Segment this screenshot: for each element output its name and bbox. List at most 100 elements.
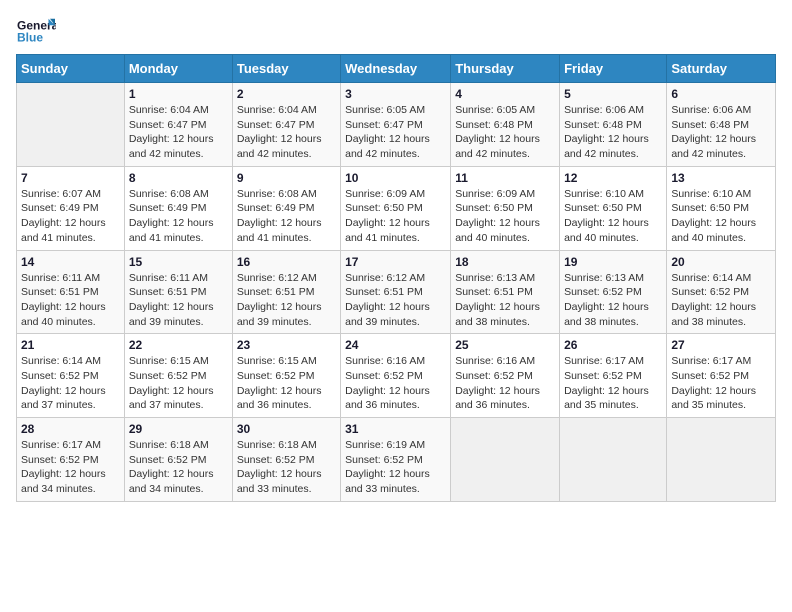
day-number: 20 (671, 255, 771, 269)
day-info: Sunrise: 6:14 AM Sunset: 6:52 PM Dayligh… (671, 271, 771, 330)
day-cell: 20 Sunrise: 6:14 AM Sunset: 6:52 PM Dayli… (667, 250, 776, 334)
day-cell: 2 Sunrise: 6:04 AM Sunset: 6:47 PM Daylig… (232, 83, 340, 167)
day-cell: 4 Sunrise: 6:05 AM Sunset: 6:48 PM Daylig… (451, 83, 560, 167)
week-row-1: 1 Sunrise: 6:04 AM Sunset: 6:47 PM Daylig… (17, 83, 776, 167)
day-number: 10 (345, 171, 446, 185)
day-info: Sunrise: 6:09 AM Sunset: 6:50 PM Dayligh… (455, 187, 555, 246)
day-number: 28 (21, 422, 120, 436)
day-number: 13 (671, 171, 771, 185)
logo: General Blue (16, 16, 56, 44)
day-cell: 3 Sunrise: 6:05 AM Sunset: 6:47 PM Daylig… (341, 83, 451, 167)
day-number: 23 (237, 338, 336, 352)
day-number: 15 (129, 255, 228, 269)
calendar-header: SundayMondayTuesdayWednesdayThursdayFrid… (17, 55, 776, 83)
day-number: 19 (564, 255, 662, 269)
day-number: 25 (455, 338, 555, 352)
column-header-tuesday: Tuesday (232, 55, 340, 83)
day-info: Sunrise: 6:05 AM Sunset: 6:48 PM Dayligh… (455, 103, 555, 162)
day-cell: 26 Sunrise: 6:17 AM Sunset: 6:52 PM Dayli… (560, 334, 667, 418)
day-number: 14 (21, 255, 120, 269)
day-info: Sunrise: 6:12 AM Sunset: 6:51 PM Dayligh… (345, 271, 446, 330)
day-cell: 24 Sunrise: 6:16 AM Sunset: 6:52 PM Dayli… (341, 334, 451, 418)
day-cell: 28 Sunrise: 6:17 AM Sunset: 6:52 PM Dayli… (17, 418, 125, 502)
day-cell (667, 418, 776, 502)
column-header-friday: Friday (560, 55, 667, 83)
day-number: 30 (237, 422, 336, 436)
day-number: 31 (345, 422, 446, 436)
day-cell: 10 Sunrise: 6:09 AM Sunset: 6:50 PM Dayli… (341, 166, 451, 250)
day-info: Sunrise: 6:16 AM Sunset: 6:52 PM Dayligh… (455, 354, 555, 413)
day-number: 3 (345, 87, 446, 101)
day-info: Sunrise: 6:18 AM Sunset: 6:52 PM Dayligh… (129, 438, 228, 497)
day-number: 2 (237, 87, 336, 101)
day-info: Sunrise: 6:07 AM Sunset: 6:49 PM Dayligh… (21, 187, 120, 246)
day-info: Sunrise: 6:04 AM Sunset: 6:47 PM Dayligh… (237, 103, 336, 162)
day-number: 18 (455, 255, 555, 269)
day-cell: 22 Sunrise: 6:15 AM Sunset: 6:52 PM Dayli… (124, 334, 232, 418)
day-info: Sunrise: 6:11 AM Sunset: 6:51 PM Dayligh… (129, 271, 228, 330)
day-number: 21 (21, 338, 120, 352)
day-info: Sunrise: 6:15 AM Sunset: 6:52 PM Dayligh… (129, 354, 228, 413)
day-info: Sunrise: 6:11 AM Sunset: 6:51 PM Dayligh… (21, 271, 120, 330)
day-info: Sunrise: 6:18 AM Sunset: 6:52 PM Dayligh… (237, 438, 336, 497)
svg-text:Blue: Blue (17, 30, 43, 44)
day-cell: 31Sunrise: 6:19 AM Sunset: 6:52 PM Dayli… (341, 418, 451, 502)
day-cell: 9 Sunrise: 6:08 AM Sunset: 6:49 PM Daylig… (232, 166, 340, 250)
day-number: 26 (564, 338, 662, 352)
day-cell: 29 Sunrise: 6:18 AM Sunset: 6:52 PM Dayli… (124, 418, 232, 502)
day-info: Sunrise: 6:12 AM Sunset: 6:51 PM Dayligh… (237, 271, 336, 330)
week-row-3: 14 Sunrise: 6:11 AM Sunset: 6:51 PM Dayli… (17, 250, 776, 334)
day-cell: 17Sunrise: 6:12 AM Sunset: 6:51 PM Dayli… (341, 250, 451, 334)
day-cell: 5Sunrise: 6:06 AM Sunset: 6:48 PM Daylig… (560, 83, 667, 167)
day-info: Sunrise: 6:08 AM Sunset: 6:49 PM Dayligh… (237, 187, 336, 246)
day-info: Sunrise: 6:04 AM Sunset: 6:47 PM Dayligh… (129, 103, 228, 162)
day-cell: 1 Sunrise: 6:04 AM Sunset: 6:47 PM Daylig… (124, 83, 232, 167)
logo-icon: General Blue (16, 16, 56, 44)
day-number: 6 (671, 87, 771, 101)
day-number: 4 (455, 87, 555, 101)
day-cell: 30 Sunrise: 6:18 AM Sunset: 6:52 PM Dayli… (232, 418, 340, 502)
day-cell: 18Sunrise: 6:13 AM Sunset: 6:51 PM Dayli… (451, 250, 560, 334)
day-number: 9 (237, 171, 336, 185)
day-number: 24 (345, 338, 446, 352)
day-info: Sunrise: 6:06 AM Sunset: 6:48 PM Dayligh… (671, 103, 771, 162)
week-row-2: 7 Sunrise: 6:07 AM Sunset: 6:49 PM Daylig… (17, 166, 776, 250)
column-header-thursday: Thursday (451, 55, 560, 83)
week-row-5: 28 Sunrise: 6:17 AM Sunset: 6:52 PM Dayli… (17, 418, 776, 502)
day-info: Sunrise: 6:15 AM Sunset: 6:52 PM Dayligh… (237, 354, 336, 413)
day-number: 12 (564, 171, 662, 185)
day-info: Sunrise: 6:06 AM Sunset: 6:48 PM Dayligh… (564, 103, 662, 162)
day-info: Sunrise: 6:13 AM Sunset: 6:52 PM Dayligh… (564, 271, 662, 330)
day-cell: 16 Sunrise: 6:12 AM Sunset: 6:51 PM Dayli… (232, 250, 340, 334)
week-row-4: 21Sunrise: 6:14 AM Sunset: 6:52 PM Dayli… (17, 334, 776, 418)
day-info: Sunrise: 6:05 AM Sunset: 6:47 PM Dayligh… (345, 103, 446, 162)
day-number: 22 (129, 338, 228, 352)
day-number: 16 (237, 255, 336, 269)
day-cell: 23 Sunrise: 6:15 AM Sunset: 6:52 PM Dayli… (232, 334, 340, 418)
day-number: 7 (21, 171, 120, 185)
day-cell: 11 Sunrise: 6:09 AM Sunset: 6:50 PM Dayli… (451, 166, 560, 250)
column-header-saturday: Saturday (667, 55, 776, 83)
day-cell: 12 Sunrise: 6:10 AM Sunset: 6:50 PM Dayli… (560, 166, 667, 250)
calendar-body: 1 Sunrise: 6:04 AM Sunset: 6:47 PM Daylig… (17, 83, 776, 502)
column-header-sunday: Sunday (17, 55, 125, 83)
day-info: Sunrise: 6:17 AM Sunset: 6:52 PM Dayligh… (21, 438, 120, 497)
day-cell: 14 Sunrise: 6:11 AM Sunset: 6:51 PM Dayli… (17, 250, 125, 334)
day-number: 29 (129, 422, 228, 436)
day-info: Sunrise: 6:08 AM Sunset: 6:49 PM Dayligh… (129, 187, 228, 246)
day-info: Sunrise: 6:09 AM Sunset: 6:50 PM Dayligh… (345, 187, 446, 246)
day-cell (560, 418, 667, 502)
day-cell (451, 418, 560, 502)
day-cell: 13 Sunrise: 6:10 AM Sunset: 6:50 PM Dayli… (667, 166, 776, 250)
day-info: Sunrise: 6:17 AM Sunset: 6:52 PM Dayligh… (671, 354, 771, 413)
day-info: Sunrise: 6:17 AM Sunset: 6:52 PM Dayligh… (564, 354, 662, 413)
day-number: 1 (129, 87, 228, 101)
calendar-table: SundayMondayTuesdayWednesdayThursdayFrid… (16, 54, 776, 502)
column-header-wednesday: Wednesday (341, 55, 451, 83)
day-info: Sunrise: 6:10 AM Sunset: 6:50 PM Dayligh… (564, 187, 662, 246)
day-cell: 15 Sunrise: 6:11 AM Sunset: 6:51 PM Dayli… (124, 250, 232, 334)
day-info: Sunrise: 6:16 AM Sunset: 6:52 PM Dayligh… (345, 354, 446, 413)
day-number: 11 (455, 171, 555, 185)
day-info: Sunrise: 6:10 AM Sunset: 6:50 PM Dayligh… (671, 187, 771, 246)
page-header: General Blue (16, 16, 776, 44)
